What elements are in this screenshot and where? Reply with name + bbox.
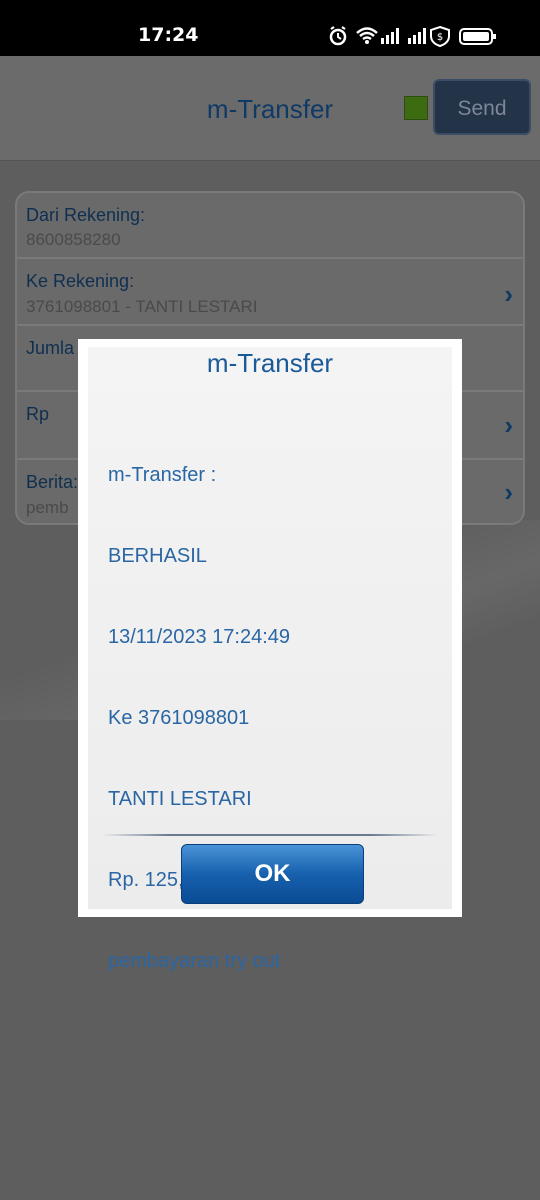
to-account-value: 3761098801 - TANTI LESTARI (26, 297, 258, 316)
dialog-line: BERHASIL (108, 545, 207, 567)
from-account-value: 8600858280 (26, 230, 121, 249)
wifi-icon (356, 27, 378, 44)
send-button[interactable]: Send (433, 79, 531, 135)
from-account-label: Dari Rekening: (26, 205, 146, 225)
status-indicator (404, 96, 428, 120)
status-bar: 17:24 $ (0, 0, 540, 56)
dialog-divider (102, 834, 438, 836)
status-time: 17:24 (138, 24, 199, 46)
app-header: m-Transfer Send (0, 56, 540, 161)
svg-text:$: $ (437, 32, 443, 43)
chevron-right-icon: › (504, 477, 513, 507)
chevron-right-icon: › (504, 279, 513, 309)
status-icons: $ (329, 25, 496, 48)
dialog-line: TANTI LESTARI (108, 788, 252, 810)
message-label: Berita: (26, 472, 79, 492)
message-value: pemb (26, 498, 69, 517)
to-account-row[interactable]: Ke Rekening: 3761098801 - TANTI LESTARI … (17, 259, 523, 326)
shield-icon: $ (430, 25, 450, 48)
alarm-icon (329, 26, 347, 46)
from-account-row[interactable]: Dari Rekening: 8600858280 (17, 193, 523, 259)
dialog-title: m-Transfer (206, 348, 334, 378)
dialog-line: Ke 3761098801 (108, 707, 250, 729)
amount-label: Jumla (26, 338, 75, 358)
chevron-right-icon: › (504, 410, 513, 440)
currency-label: Rp (26, 404, 50, 424)
ok-button[interactable]: OK (181, 844, 364, 904)
dialog-message: m-Transfer : BERHASIL 13/11/2023 17:24:4… (108, 408, 290, 1029)
to-account-label: Ke Rekening: (26, 271, 135, 291)
signal-icon (408, 28, 426, 44)
result-dialog: m-Transfer m-Transfer : BERHASIL 13/11/2… (78, 339, 462, 972)
dialog-line: m-Transfer : (108, 464, 217, 486)
dialog-line: pembayaran try out (108, 950, 281, 972)
signal-icon (381, 28, 399, 44)
dialog-line: 13/11/2023 17:24:49 (108, 626, 291, 648)
battery-icon (459, 28, 496, 45)
